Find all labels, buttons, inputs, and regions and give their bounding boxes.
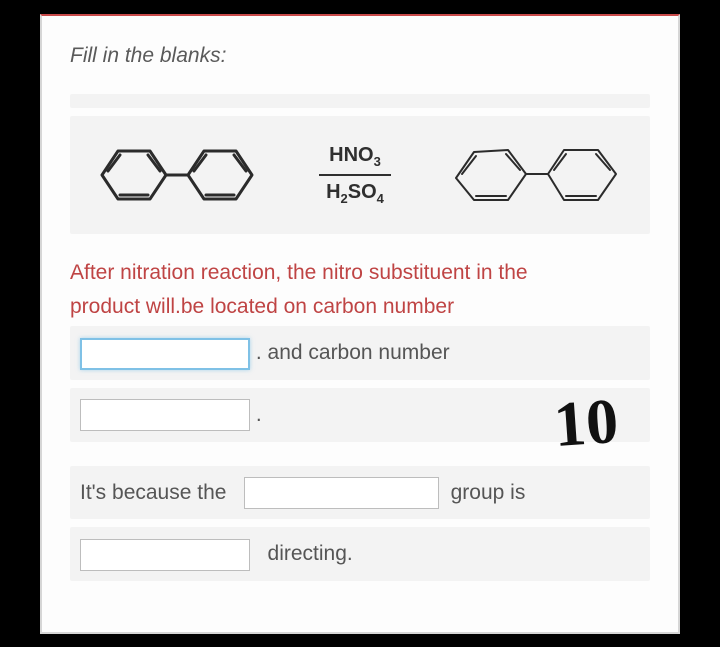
instruction-text: Fill in the blanks: — [70, 44, 650, 68]
because-post-text: group is — [451, 481, 526, 504]
reagent-top-sub: 3 — [374, 154, 381, 169]
blank-carbon-number-1[interactable] — [80, 338, 250, 370]
answer-row-1: . and carbon number — [70, 326, 650, 380]
question-text-line1: After nitration reaction, the nitro subs… — [70, 258, 650, 288]
blank-group-name[interactable] — [244, 477, 439, 509]
question-text-line2: product will.be located on carbon number — [70, 292, 650, 322]
reagent-bot-sub2: 4 — [377, 191, 384, 206]
reaction-row: HNO3 H2SO4 — [70, 116, 650, 234]
answer-row-4: directing. — [70, 527, 650, 581]
question-card: Fill in the blanks: — [40, 14, 680, 634]
because-pre-text: It's because the — [80, 481, 226, 504]
reagent-bot-a: H — [326, 181, 340, 203]
blank-carbon-number-2[interactable] — [80, 399, 250, 431]
blank-directing-type[interactable] — [80, 539, 250, 571]
reagent-top: HNO — [329, 144, 373, 166]
biphenyl-reactant — [82, 139, 272, 211]
reagent-bot-sub1: 2 — [341, 191, 348, 206]
reaction-arrow-line — [319, 174, 391, 176]
answer-row-2: . — [70, 388, 650, 442]
answer-row-3: It's because the group is — [70, 466, 650, 520]
reagent-block: HNO3 H2SO4 — [319, 143, 391, 206]
biphenyl-product — [438, 138, 638, 212]
reagent-bot-mid: SO — [348, 181, 377, 203]
shade-bar-1 — [70, 94, 650, 108]
and-carbon-number-text: . and carbon number — [256, 341, 450, 364]
dot-text: . — [256, 403, 262, 426]
directing-text: directing. — [268, 542, 353, 565]
